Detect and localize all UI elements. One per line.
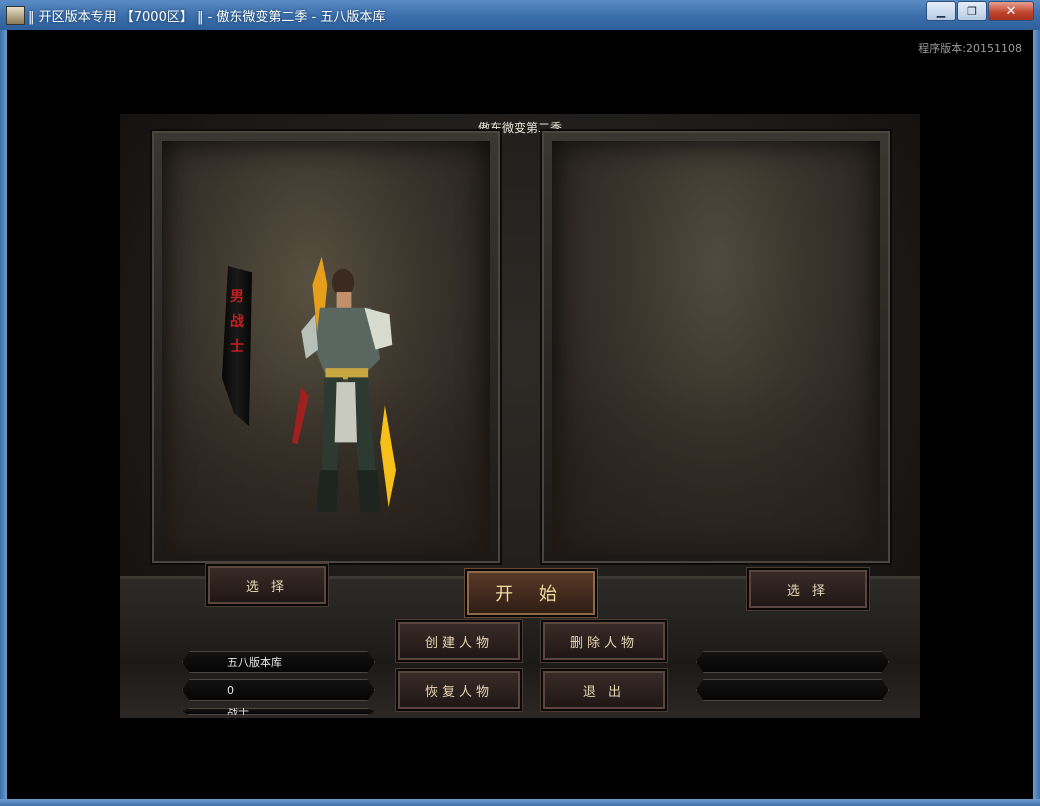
create-character-button[interactable]: 创建人物: [396, 620, 522, 662]
window-border-right: [1033, 30, 1040, 806]
window-border-left: [0, 30, 7, 806]
start-game-button[interactable]: 开 始: [465, 569, 597, 617]
game-client-area: 程序版本:20151108 傲东微变第二季 男 战 士 选 择 开 始 选 择 …: [7, 30, 1033, 799]
character-slot-left[interactable]: 男 战 士: [150, 129, 502, 565]
exit-button[interactable]: 退 出: [541, 669, 667, 711]
window-border-bottom: [0, 799, 1040, 806]
right-char-name-field: [696, 651, 889, 673]
window-titlebar[interactable]: ‖ 开区版本专用 【7000区】 ‖ - 傲东微变第二季 - 五八版本库 ▁ ❐…: [0, 0, 1040, 30]
select-left-button[interactable]: 选 择: [206, 564, 328, 606]
class-banner-char-3: 士: [230, 339, 244, 355]
character-slot-right[interactable]: [540, 129, 892, 565]
warrior-character-sprite: [292, 256, 396, 513]
restore-character-button[interactable]: 恢复人物: [396, 669, 522, 711]
window-controls: ▁ ❐ ✕: [925, 1, 1034, 21]
right-char-level-field: [696, 679, 889, 701]
slot-ground-shade: [552, 373, 880, 553]
character-slot-right-background: [552, 141, 880, 553]
class-banner-char-1: 男: [230, 289, 244, 305]
character-slot-left-background: 男 战 士: [162, 141, 490, 553]
class-banner-char-2: 战: [230, 314, 244, 330]
app-icon: [6, 6, 25, 25]
left-char-job-field: 战士: [182, 708, 375, 715]
select-right-button[interactable]: 选 择: [747, 568, 869, 610]
restore-button[interactable]: ❐: [957, 1, 987, 21]
character-select-panel: 傲东微变第二季 男 战 士 选 择 开 始 选 择 创建人物 删除人物 恢复人物…: [120, 114, 920, 718]
delete-character-button[interactable]: 删除人物: [541, 620, 667, 662]
left-char-level-field: 0: [182, 679, 375, 701]
left-char-name-field: 五八版本库: [182, 651, 375, 673]
minimize-button[interactable]: ▁: [926, 1, 956, 21]
program-version: 程序版本:20151108: [918, 42, 1022, 55]
close-button[interactable]: ✕: [988, 1, 1034, 21]
window-title: ‖ 开区版本专用 【7000区】 ‖ - 傲东微变第二季 - 五八版本库: [28, 10, 386, 25]
